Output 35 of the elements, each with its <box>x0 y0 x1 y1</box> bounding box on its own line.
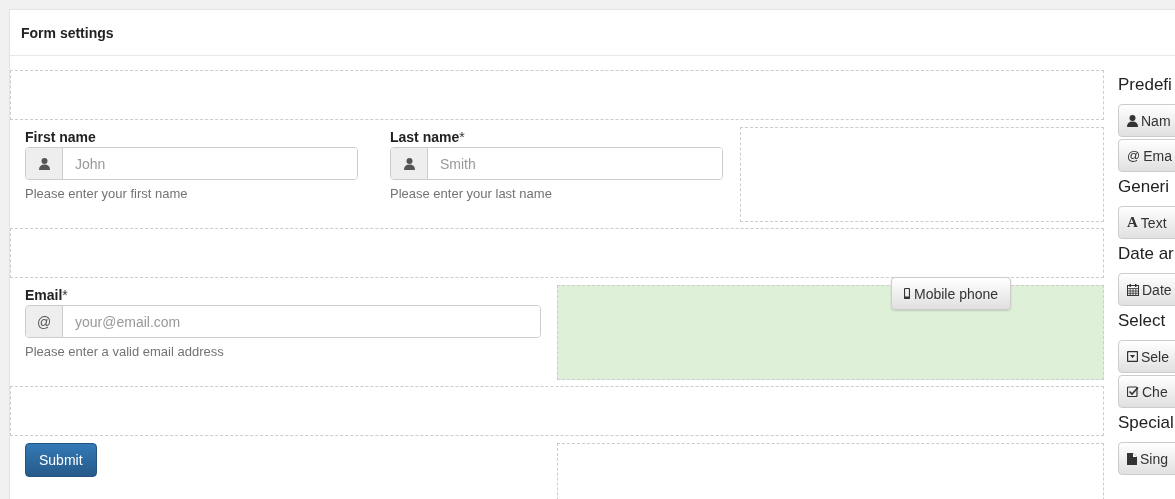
field-label: Email <box>25 287 63 303</box>
checkbox-icon <box>1127 386 1139 397</box>
field-label: First name <box>25 129 96 145</box>
field-label: Last name <box>390 129 460 145</box>
calendar-icon <box>1127 283 1139 296</box>
field-type-button[interactable]: Sing <box>1118 442 1175 475</box>
required-mark: * <box>62 287 68 303</box>
panel-title: Form settings <box>21 24 114 41</box>
mobile-phone-button[interactable]: Mobile phone <box>891 277 1012 310</box>
required-mark: * <box>459 129 465 145</box>
section-heading: Predefi <box>1118 75 1173 95</box>
section-heading: Date ar <box>1118 244 1175 264</box>
input-field[interactable]: @ your@email.com <box>25 305 541 338</box>
phone-icon <box>904 288 910 299</box>
help-text: Please enter your first name <box>25 186 189 201</box>
person-icon <box>1127 114 1138 127</box>
input-field[interactable]: John <box>25 147 358 180</box>
help-text: Please enter a valid email address <box>25 344 225 359</box>
field-type-button[interactable]: @ Ema <box>1118 139 1175 172</box>
at-sign: @ <box>36 313 52 330</box>
section-heading: Select <box>1118 311 1167 331</box>
file-icon <box>1127 452 1137 465</box>
person-icon <box>38 157 50 170</box>
help-text: Please enter your last name <box>390 186 553 201</box>
field-type-button[interactable]: A Text <box>1118 206 1175 239</box>
input-field[interactable]: Smith <box>390 147 723 180</box>
field-type-button[interactable]: Sele <box>1118 340 1175 373</box>
field-type-button[interactable]: Nam <box>1118 104 1175 137</box>
section-heading: Special <box>1118 413 1175 433</box>
field-type-button[interactable]: Date <box>1118 273 1175 306</box>
person-icon <box>403 157 415 170</box>
submit-button[interactable]: Submit <box>25 443 97 477</box>
dropdown-icon <box>1127 351 1138 362</box>
field-type-button[interactable]: Che <box>1118 375 1175 408</box>
section-heading: Generi <box>1118 177 1171 197</box>
